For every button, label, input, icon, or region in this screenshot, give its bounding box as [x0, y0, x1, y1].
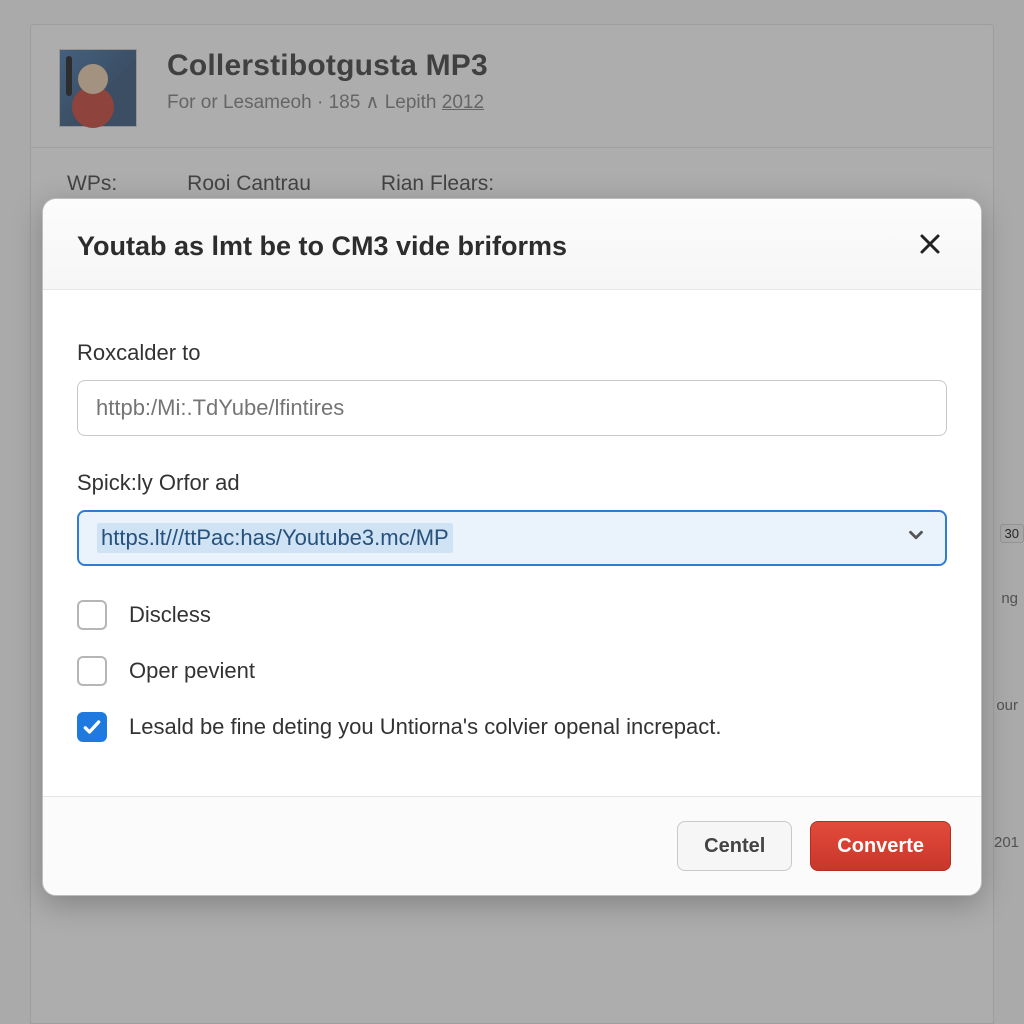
- convert-modal: Youtab as lmt be to CM3 vide briforms Ro…: [42, 198, 982, 896]
- modal-body: Roxcalder to Spick:ly Orfor ad https.lt/…: [43, 290, 981, 796]
- modal-header: Youtab as lmt be to CM3 vide briforms: [43, 199, 981, 290]
- field-output-label: Spick:ly Orfor ad: [77, 470, 947, 496]
- option-lesald-label: Lesald be fine deting you Untiorna's col…: [129, 714, 721, 740]
- options-group: Discless Oper pevient Lesald be fine det…: [77, 600, 947, 742]
- checkbox-discless[interactable]: [77, 600, 107, 630]
- modal-title: Youtab as lmt be to CM3 vide briforms: [77, 231, 567, 262]
- cancel-button[interactable]: Centel: [677, 821, 792, 871]
- modal-footer: Centel Converte: [43, 796, 981, 895]
- convert-button-label: Converte: [837, 835, 924, 858]
- output-combobox-value: https.lt///ttPac:has/Youtube3.mc/MP: [97, 523, 453, 553]
- option-lesald[interactable]: Lesald be fine deting you Untiorna's col…: [77, 712, 947, 742]
- option-oper-pevient[interactable]: Oper pevient: [77, 656, 947, 686]
- option-discless[interactable]: Discless: [77, 600, 947, 630]
- field-source: Roxcalder to: [77, 340, 947, 436]
- output-combobox[interactable]: https.lt///ttPac:has/Youtube3.mc/MP: [77, 510, 947, 566]
- field-output: Spick:ly Orfor ad https.lt///ttPac:has/Y…: [77, 470, 947, 566]
- chevron-down-icon: [905, 524, 927, 552]
- check-icon: [82, 717, 102, 737]
- option-discless-label: Discless: [129, 602, 211, 628]
- option-oper-pevient-label: Oper pevient: [129, 658, 255, 684]
- checkbox-oper-pevient[interactable]: [77, 656, 107, 686]
- cancel-button-label: Centel: [704, 835, 765, 858]
- checkbox-lesald[interactable]: [77, 712, 107, 742]
- convert-button[interactable]: Converte: [810, 821, 951, 871]
- close-button[interactable]: [913, 229, 947, 263]
- close-icon: [918, 232, 942, 261]
- source-url-input[interactable]: [77, 380, 947, 436]
- field-source-label: Roxcalder to: [77, 340, 947, 366]
